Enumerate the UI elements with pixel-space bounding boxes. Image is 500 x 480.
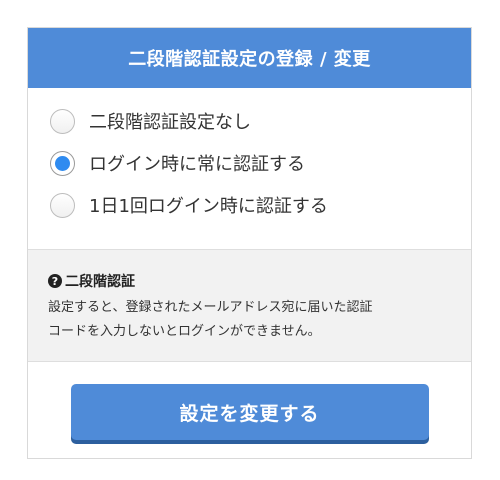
info-description-line-2: コードを入力しないとログインができません。: [48, 324, 321, 339]
change-settings-button[interactable]: 設定を変更する: [70, 384, 429, 440]
info-title: 二段階認証: [65, 274, 135, 290]
option-label: 1日1回ログイン時に認証する: [89, 196, 328, 217]
info-title-row: ? 二段階認証: [48, 271, 451, 291]
info-box: ? 二段階認証 設定すると、登録されたメールアドレス宛に届いた認証 コードを入力…: [28, 250, 471, 362]
info-description-line-1: 設定すると、登録されたメールアドレス宛に届いた認証: [48, 300, 373, 315]
option-label: ログイン時に常に認証する: [89, 154, 305, 175]
two-factor-settings-panel: 二段階認証設定の登録 / 変更 二段階認証設定なし ログイン時に常に認証する 1…: [27, 27, 472, 459]
panel-header: 二段階認証設定の登録 / 変更: [28, 28, 471, 88]
two-factor-options: 二段階認証設定なし ログイン時に常に認証する 1日1回ログイン時に認証する: [28, 88, 471, 250]
option-always-authenticate[interactable]: ログイン時に常に認証する: [50, 142, 471, 184]
radio-always-authenticate[interactable]: [50, 150, 75, 176]
panel-title: 二段階認証設定の登録 / 変更: [128, 49, 371, 70]
option-label: 二段階認証設定なし: [89, 112, 251, 133]
radio-no-two-factor[interactable]: [50, 108, 75, 134]
question-circle-icon: ?: [48, 274, 62, 288]
info-description: 設定すると、登録されたメールアドレス宛に届いた認証 コードを入力しないとログイン…: [48, 296, 451, 344]
option-no-two-factor[interactable]: 二段階認証設定なし: [50, 100, 471, 142]
radio-selected-dot: [55, 155, 70, 171]
option-once-per-day[interactable]: 1日1回ログイン時に認証する: [50, 184, 471, 226]
radio-once-per-day[interactable]: [50, 192, 75, 218]
button-area: 設定を変更する: [28, 362, 471, 440]
